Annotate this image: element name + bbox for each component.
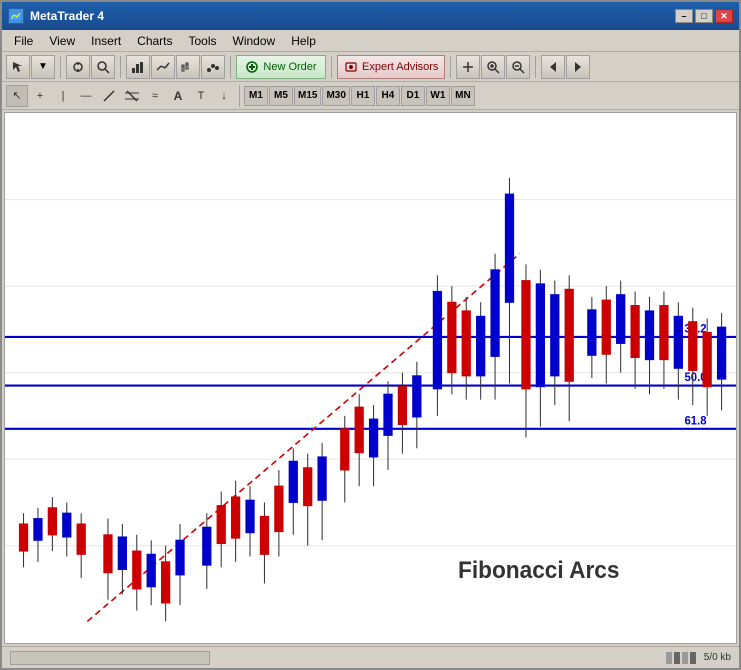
chart-area[interactable]: 38.2 50.0 61.8	[4, 112, 737, 644]
menu-help[interactable]: Help	[283, 32, 324, 50]
timeframe-h1[interactable]: H1	[351, 86, 375, 106]
toolbar-main: ▼ Ne	[2, 52, 739, 82]
move-btn[interactable]	[66, 55, 90, 79]
scroll-bar[interactable]	[10, 651, 210, 665]
timeframe-h4[interactable]: H4	[376, 86, 400, 106]
menu-insert[interactable]: Insert	[83, 32, 129, 50]
horizontal-line-btn[interactable]: —	[75, 85, 97, 107]
svg-text:61.8: 61.8	[685, 414, 708, 427]
menu-tools[interactable]: Tools	[181, 32, 225, 50]
status-grid-icon	[666, 652, 696, 664]
chart-type-btn2[interactable]	[151, 55, 175, 79]
period-sep-btn[interactable]	[456, 55, 480, 79]
timeframe-m30[interactable]: M30	[322, 86, 349, 106]
status-bar: 5/0 kb	[2, 646, 739, 668]
sep-tf	[239, 85, 240, 107]
main-window: MetaTrader 4 – □ ✕ File View Insert Char…	[0, 0, 741, 670]
sep1	[60, 56, 61, 78]
chart-type-btn3[interactable]	[176, 55, 200, 79]
grid-cell-1	[666, 652, 672, 664]
close-button[interactable]: ✕	[715, 9, 733, 23]
title-bar: MetaTrader 4 – □ ✕	[2, 2, 739, 30]
arrow-draw-btn[interactable]: ↓	[213, 85, 235, 107]
menu-bar: File View Insert Charts Tools Window Hel…	[2, 30, 739, 52]
nav-left-btn[interactable]	[541, 55, 565, 79]
title-bar-buttons: – □ ✕	[675, 9, 733, 23]
zoom-btn[interactable]	[91, 55, 115, 79]
chart-svg: 38.2 50.0 61.8	[5, 113, 736, 643]
cursor-tool-btn[interactable]: ↖	[6, 85, 28, 107]
menu-file[interactable]: File	[6, 32, 41, 50]
toolbar-group-2	[66, 55, 115, 79]
minimize-button[interactable]: –	[675, 9, 693, 23]
text-btn[interactable]: A	[167, 85, 189, 107]
sep4	[331, 56, 332, 78]
menu-view[interactable]: View	[41, 32, 83, 50]
menu-charts[interactable]: Charts	[129, 32, 180, 50]
timeframe-m5[interactable]: M5	[269, 86, 293, 106]
chart-type-btn4[interactable]	[201, 55, 225, 79]
sep2	[120, 56, 121, 78]
expert-advisors-button[interactable]: Expert Advisors	[337, 55, 445, 79]
arrow-tool-btn[interactable]	[6, 55, 30, 79]
app-icon	[8, 8, 24, 24]
status-right: 5/0 kb	[666, 652, 731, 664]
nav-right-btn[interactable]	[566, 55, 590, 79]
app-icon-svg	[10, 10, 22, 22]
fibonacci-label: Fibonacci Arcs	[458, 557, 619, 584]
grid-cell-2	[674, 652, 680, 664]
maximize-button[interactable]: □	[695, 9, 713, 23]
vertical-line-btn[interactable]: |	[52, 85, 74, 107]
timeframe-mn[interactable]: MN	[451, 86, 475, 106]
chart-type-btn1[interactable]	[126, 55, 150, 79]
zoom-out-btn[interactable]	[506, 55, 530, 79]
trend-line-btn[interactable]	[98, 85, 120, 107]
menu-window[interactable]: Window	[225, 32, 284, 50]
crosshair-btn[interactable]: +	[29, 85, 51, 107]
status-info: 5/0 kb	[704, 652, 731, 663]
regression-btn[interactable]: ≈	[144, 85, 166, 107]
toolbar-group-5	[456, 55, 530, 79]
window-title: MetaTrader 4	[30, 9, 104, 23]
dropdown-btn1[interactable]: ▼	[31, 55, 55, 79]
label-btn[interactable]: T	[190, 85, 212, 107]
sep6	[535, 56, 536, 78]
toolbar-drawing: ↖ + | — ≈ A T ↓ M1 M5 M15 M30 H1 H4 D1 W…	[2, 82, 739, 110]
timeframe-d1[interactable]: D1	[401, 86, 425, 106]
equidistant-btn[interactable]	[121, 85, 143, 107]
toolbar-group-1: ▼	[6, 55, 55, 79]
timeframe-w1[interactable]: W1	[426, 86, 450, 106]
grid-cell-4	[690, 652, 696, 664]
new-order-button[interactable]: New Order	[236, 55, 326, 79]
toolbar-group-6	[541, 55, 590, 79]
timeframe-m1[interactable]: M1	[244, 86, 268, 106]
title-bar-left: MetaTrader 4	[8, 8, 104, 24]
sep5	[450, 56, 451, 78]
timeframe-m15[interactable]: M15	[294, 86, 321, 106]
status-left	[10, 651, 210, 665]
grid-cell-3	[682, 652, 688, 664]
zoom-in-btn[interactable]	[481, 55, 505, 79]
toolbar-group-3	[126, 55, 225, 79]
sep3	[230, 56, 231, 78]
